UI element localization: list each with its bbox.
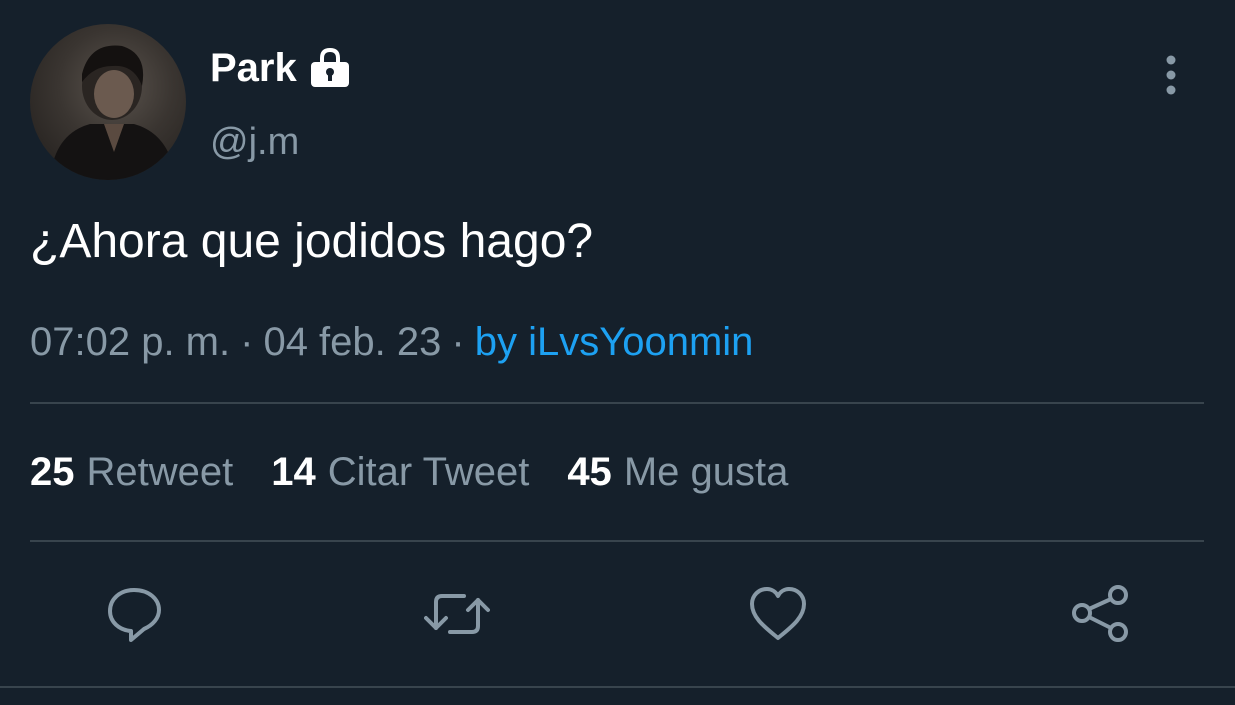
retweet-button[interactable] xyxy=(424,584,490,644)
divider xyxy=(0,686,1235,688)
like-count: 45 xyxy=(567,450,612,494)
like-stat[interactable]: 45 Me gusta xyxy=(567,446,788,498)
retweet-label: Retweet xyxy=(86,450,234,494)
reply-button[interactable] xyxy=(104,584,164,644)
retweet-count: 25 xyxy=(30,450,75,494)
quote-label: Citar Tweet xyxy=(327,450,530,494)
avatar[interactable] xyxy=(30,24,186,180)
quote-count: 14 xyxy=(271,450,316,494)
heart-icon xyxy=(750,587,806,640)
user-handle: @j.m xyxy=(210,121,300,163)
quote-stat[interactable]: 14 Citar Tweet xyxy=(271,446,529,498)
source-link[interactable]: by iLvsYoonmin xyxy=(475,320,754,364)
tweet-meta: 07:02 p. m. · 04 feb. 23 · by iLvsYoonmin xyxy=(30,316,753,368)
more-vertical-icon[interactable] xyxy=(1150,52,1192,98)
display-name-text: Park xyxy=(210,46,297,90)
tweet-stats: 25 Retweet 14 Citar Tweet 45 Me gusta xyxy=(30,446,788,498)
share-icon xyxy=(1072,585,1128,642)
display-name[interactable]: Park xyxy=(210,42,353,94)
separator: · xyxy=(451,320,465,364)
reply-icon xyxy=(108,588,161,642)
tweet-text: ¿Ahora que jodidos hago? xyxy=(30,215,594,268)
lock-icon xyxy=(307,45,353,91)
retweet-stat[interactable]: 25 Retweet xyxy=(30,446,233,498)
like-button[interactable] xyxy=(748,584,808,644)
share-button[interactable] xyxy=(1070,584,1130,644)
separator: · xyxy=(240,320,254,364)
divider xyxy=(30,402,1204,404)
retweet-icon xyxy=(424,594,490,634)
like-label: Me gusta xyxy=(623,450,789,494)
tweet-time: 07:02 p. m. xyxy=(30,320,231,364)
tweet-date: 04 feb. 23 xyxy=(263,320,442,364)
divider xyxy=(30,540,1204,542)
